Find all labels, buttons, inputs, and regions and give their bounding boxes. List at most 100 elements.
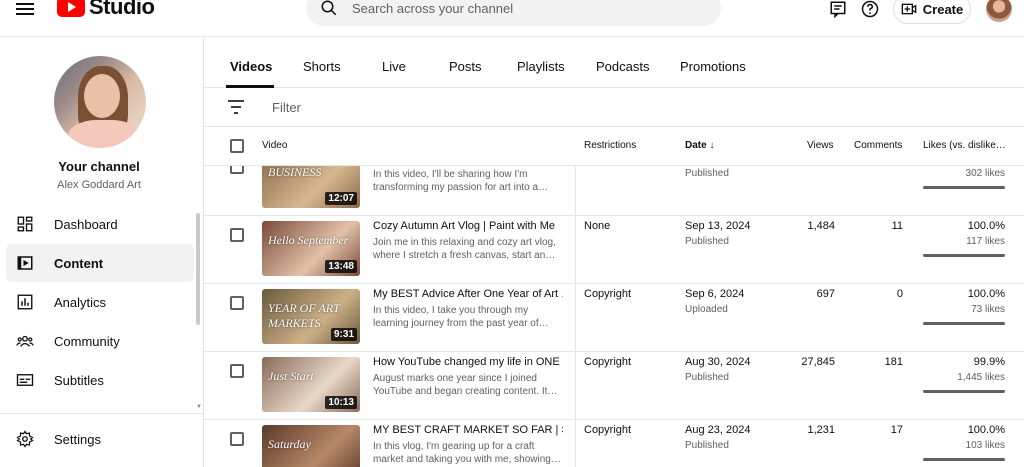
gear-icon (16, 430, 34, 448)
tab-videos[interactable]: Videos (230, 59, 272, 74)
sidebar-item-content[interactable]: Content (6, 244, 194, 282)
video-status: Published (685, 236, 729, 247)
comments-count: 181 (884, 356, 903, 368)
views-count: 1,231 (807, 424, 835, 436)
tab-podcasts[interactable]: Podcasts (596, 59, 649, 74)
comments-count: 0 (896, 288, 903, 300)
column-views[interactable]: Views (807, 140, 834, 151)
channel-name: Alex Goddard Art (57, 179, 141, 191)
row-checkbox[interactable] (230, 364, 244, 378)
tab-shorts[interactable]: Shorts (303, 59, 341, 74)
scroll-down-icon[interactable]: ▼ (196, 404, 202, 410)
column-date[interactable]: Date ↓ (685, 140, 714, 151)
video-thumbnail[interactable]: BUSINESS 12:07 (262, 166, 360, 208)
tab-promotions[interactable]: Promotions (680, 59, 746, 74)
sidebar-scrollbar[interactable] (196, 213, 200, 325)
row-checkbox[interactable] (230, 432, 244, 446)
row-checkbox[interactable] (230, 228, 244, 242)
community-icon (16, 335, 34, 347)
likes-bar (923, 390, 1005, 393)
studio-logo[interactable]: Studio (57, 0, 155, 20)
video-thumbnail[interactable]: Just Start 10:13 (262, 357, 360, 412)
likes-bar (923, 458, 1005, 461)
video-duration: 13:48 (325, 260, 357, 273)
video-thumbnail[interactable]: YEAR OF ART MARKETS 9:31 (262, 289, 360, 344)
views-count: 697 (816, 288, 835, 300)
restriction-value[interactable]: Copyright (584, 288, 631, 300)
table-header: Video Restrictions Date ↓ Views Comments… (204, 127, 1024, 166)
youtube-logo-icon (57, 0, 85, 17)
filter-label: Filter (272, 100, 301, 115)
sidebar-item-analytics[interactable]: Analytics (6, 283, 194, 321)
video-thumbnail[interactable]: Saturday (262, 425, 360, 467)
sidebar-item-label: Settings (54, 431, 101, 447)
comments-count: 11 (891, 220, 903, 232)
column-date-label: Date (685, 140, 707, 151)
table-row[interactable]: Hello September 13:48 Cozy Autumn Art Vl… (204, 216, 1024, 284)
column-divider (575, 420, 576, 467)
video-duration: 9:31 (330, 328, 357, 341)
likes-percentage: 100.0% (967, 220, 1005, 232)
sidebar-item-settings[interactable]: Settings (6, 420, 194, 458)
likes-bar-fill (923, 390, 1005, 393)
analytics-icon (17, 294, 33, 310)
tab-playlists[interactable]: Playlists (517, 59, 565, 74)
table-row[interactable]: BUSINESS 12:07 From Passion to Profit | … (204, 166, 1024, 216)
sidebar-item-label: Community (54, 333, 120, 349)
video-thumbnail[interactable]: Hello September 13:48 (262, 221, 360, 276)
video-date: Sep 6, 2024 (685, 288, 745, 300)
column-comments[interactable]: Comments (854, 140, 902, 151)
sidebar-item-dashboard[interactable]: Dashboard (6, 205, 194, 243)
thumbnail-text: YEAR OF ART MARKETS (268, 301, 340, 330)
video-description: August marks one year since I joined You… (373, 373, 558, 397)
column-divider (575, 216, 576, 284)
sidebar-item-subtitles[interactable]: Subtitles (6, 361, 194, 399)
table-row[interactable]: Saturday MY BEST CRAFT MARKET SO FAR | S… (204, 420, 1024, 467)
video-title[interactable]: MY BEST CRAFT MARKET SO FAR | SA… (373, 424, 563, 436)
account-avatar[interactable] (986, 0, 1012, 22)
video-description: In this vlog, I'm gearing up for a craft… (373, 441, 561, 465)
video-status: Published (685, 372, 729, 383)
video-title[interactable]: How YouTube changed my life in ONE … (373, 356, 563, 368)
thumbnail-text: Saturday (268, 437, 311, 451)
restriction-value[interactable]: Copyright (584, 356, 631, 368)
search-icon (321, 0, 337, 16)
menu-icon[interactable] (16, 0, 36, 20)
views-count: 1,484 (807, 220, 835, 232)
table-row[interactable]: Just Start 10:13 How YouTube changed my … (204, 352, 1024, 420)
video-title[interactable]: Cozy Autumn Art Vlog | Paint with Me (373, 220, 563, 232)
restriction-value[interactable]: Copyright (584, 424, 631, 436)
row-checkbox[interactable] (230, 166, 244, 174)
likes-percentage: 100.0% (967, 424, 1005, 436)
table-row[interactable]: YEAR OF ART MARKETS 9:31 My BEST Advice … (204, 284, 1024, 352)
select-all-checkbox[interactable] (230, 139, 244, 153)
video-title[interactable]: My BEST Advice After One Year of Art … (373, 288, 563, 300)
feedback-icon[interactable] (829, 0, 847, 18)
column-restrictions[interactable]: Restrictions (584, 140, 636, 151)
video-status: Published (685, 168, 729, 179)
filter-bar[interactable]: Filter (204, 88, 1024, 127)
video-date: Aug 30, 2024 (685, 356, 751, 368)
likes-count: 103 likes (965, 440, 1005, 451)
tab-posts[interactable]: Posts (449, 59, 482, 74)
column-likes[interactable]: Likes (vs. dislike… (923, 140, 1006, 151)
sidebar-item-label: Content (54, 255, 104, 271)
search-input[interactable] (352, 0, 692, 16)
views-count: 27,845 (801, 356, 835, 368)
likes-count: 117 likes (966, 236, 1005, 247)
video-plus-icon (901, 3, 917, 15)
channel-avatar[interactable] (54, 56, 146, 148)
sidebar-item-community[interactable]: Community (6, 322, 194, 360)
restriction-value[interactable]: None (584, 220, 610, 232)
likes-bar (923, 254, 1005, 257)
logo-text: Studio (89, 0, 155, 19)
video-description: Join me in this relaxing and cozy art vl… (373, 237, 556, 261)
sort-down-arrow-icon: ↓ (709, 140, 715, 151)
help-icon[interactable] (861, 0, 879, 18)
tab-live[interactable]: Live (382, 59, 406, 74)
create-button[interactable]: Create (893, 0, 971, 24)
search-bar[interactable] (306, 0, 721, 26)
filter-icon[interactable] (228, 100, 244, 114)
column-divider (575, 284, 576, 352)
row-checkbox[interactable] (230, 296, 244, 310)
